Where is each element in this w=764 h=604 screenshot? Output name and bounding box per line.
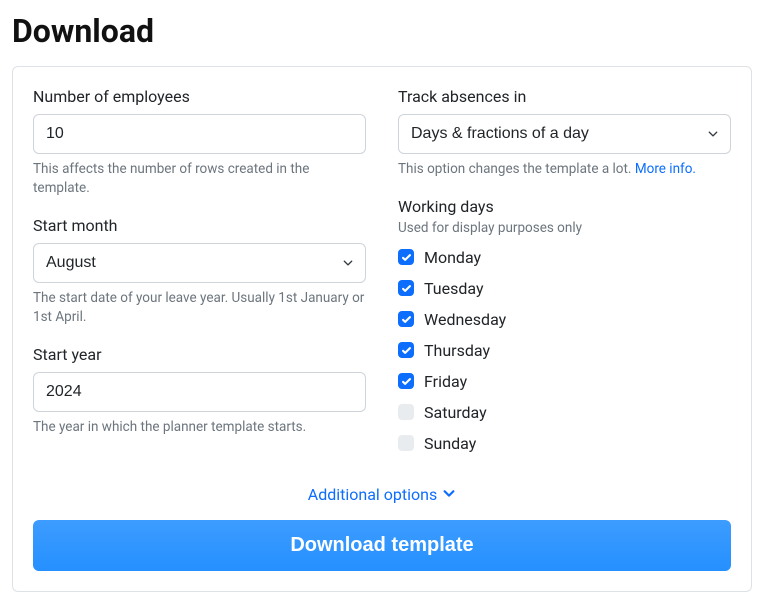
download-template-button[interactable]: Download template — [33, 520, 731, 571]
start-month-label: Start month — [33, 216, 366, 235]
employees-group: Number of employees This affects the num… — [33, 87, 366, 198]
left-column: Number of employees This affects the num… — [33, 87, 366, 471]
additional-options-toggle[interactable]: Additional options — [308, 485, 456, 504]
start-month-group: Start month August The start date of you… — [33, 216, 366, 327]
day-label: Tuesday — [424, 279, 484, 298]
day-checkbox-sunday[interactable] — [398, 435, 414, 451]
day-checkbox-thursday[interactable] — [398, 342, 414, 358]
day-row-friday: Friday — [398, 372, 731, 391]
working-days-list: Monday Tuesday Wednesday Thursday Friday Satu… — [398, 248, 731, 453]
day-row-thursday: Thursday — [398, 341, 731, 360]
start-month-help: The start date of your leave year. Usual… — [33, 289, 366, 327]
working-days-label: Working days — [398, 197, 731, 216]
day-row-monday: Monday — [398, 248, 731, 267]
download-form-card: Number of employees This affects the num… — [12, 66, 752, 592]
day-label: Saturday — [424, 403, 487, 422]
employees-label: Number of employees — [33, 87, 366, 106]
start-month-select[interactable]: August — [33, 243, 366, 283]
day-checkbox-tuesday[interactable] — [398, 280, 414, 296]
track-group: Track absences in Days & fractions of a … — [398, 87, 731, 179]
day-checkbox-monday[interactable] — [398, 249, 414, 265]
track-select[interactable]: Days & fractions of a day — [398, 114, 731, 154]
track-help: This option changes the template a lot. … — [398, 160, 731, 179]
day-label: Friday — [424, 372, 467, 391]
day-row-wednesday: Wednesday — [398, 310, 731, 329]
track-label: Track absences in — [398, 87, 731, 106]
day-checkbox-wednesday[interactable] — [398, 311, 414, 327]
start-year-group: Start year The year in which the planner… — [33, 345, 366, 437]
day-row-sunday: Sunday — [398, 434, 731, 453]
start-year-input[interactable] — [33, 372, 366, 412]
working-days-sub: Used for display purposes only — [398, 220, 731, 236]
start-year-label: Start year — [33, 345, 366, 364]
start-year-help: The year in which the planner template s… — [33, 418, 366, 437]
day-label: Wednesday — [424, 310, 506, 329]
day-checkbox-friday[interactable] — [398, 373, 414, 389]
page-title: Download — [12, 12, 752, 50]
right-column: Track absences in Days & fractions of a … — [398, 87, 731, 471]
day-row-tuesday: Tuesday — [398, 279, 731, 298]
more-info-link[interactable]: More info. — [635, 161, 696, 177]
day-checkbox-saturday[interactable] — [398, 404, 414, 420]
day-label: Thursday — [424, 341, 490, 360]
working-days-group: Working days Used for display purposes o… — [398, 197, 731, 453]
day-label: Monday — [424, 248, 481, 267]
day-label: Sunday — [424, 434, 476, 453]
employees-input[interactable] — [33, 114, 366, 154]
additional-options-row: Additional options — [33, 485, 731, 504]
chevron-down-icon — [442, 485, 456, 504]
employees-help: This affects the number of rows created … — [33, 160, 366, 198]
day-row-saturday: Saturday — [398, 403, 731, 422]
